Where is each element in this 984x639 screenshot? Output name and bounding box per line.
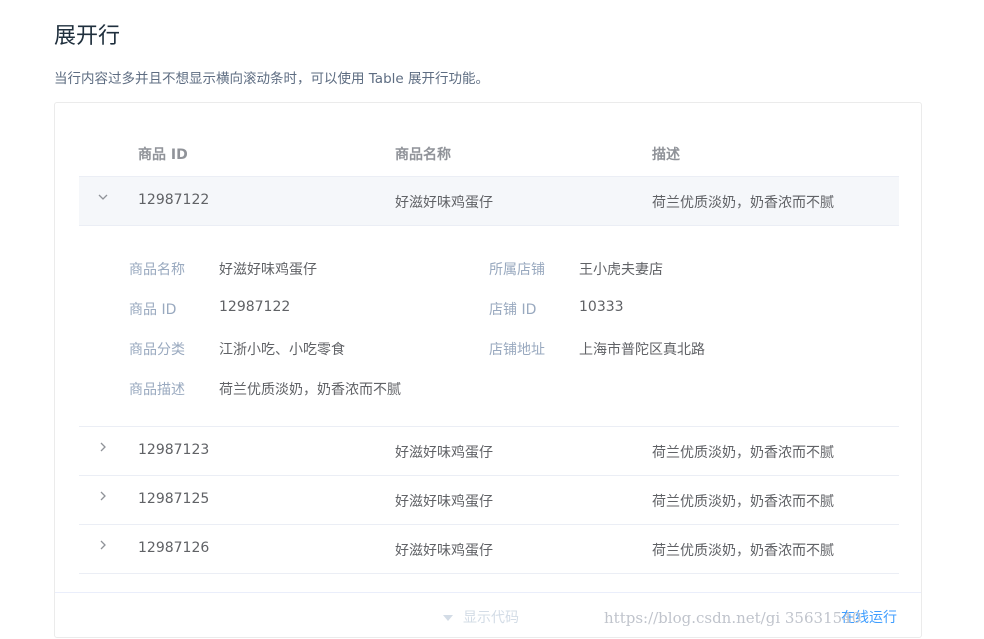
demo-block: 商品 ID 商品名称 描述 12987122 好滋好味鸡蛋仔 荷兰优质淡奶，奶香… [54, 102, 922, 638]
detail-label-shop: 所属店铺 [489, 262, 545, 278]
detail-label-shop-id: 店铺 ID [489, 302, 537, 318]
detail-label-product-id: 商品 ID [129, 302, 177, 318]
cell-name: 好滋好味鸡蛋仔 [395, 543, 493, 559]
chevron-right-icon[interactable] [96, 441, 110, 459]
detail-value-product-name: 好滋好味鸡蛋仔 [219, 262, 317, 278]
column-header-id: 商品 ID [138, 147, 188, 163]
chevron-right-icon[interactable] [96, 490, 110, 508]
detail-label-product-name: 商品名称 [129, 262, 185, 278]
cell-id: 12987122 [138, 192, 210, 208]
cell-id: 12987126 [138, 540, 210, 556]
cell-id: 12987125 [138, 491, 210, 507]
detail-value-shop-address: 上海市普陀区真北路 [579, 342, 705, 358]
detail-label-shop-address: 店铺地址 [489, 342, 545, 358]
cell-name: 好滋好味鸡蛋仔 [395, 195, 493, 211]
watermark: https://blog.csdn.net/gi 35631540 [604, 609, 862, 627]
table-row[interactable]: 12987122 好滋好味鸡蛋仔 荷兰优质淡奶，奶香浓而不腻 [79, 177, 899, 226]
cell-name: 好滋好味鸡蛋仔 [395, 494, 493, 510]
table-row[interactable]: 12987126 好滋好味鸡蛋仔 荷兰优质淡奶，奶香浓而不腻 [79, 525, 899, 574]
column-header-desc: 描述 [652, 147, 680, 163]
expandable-table: 商品 ID 商品名称 描述 12987122 好滋好味鸡蛋仔 荷兰优质淡奶，奶香… [79, 128, 899, 574]
expanded-row-detail: 商品名称 好滋好味鸡蛋仔 商品 ID 12987122 商品分类 江浙小吃、小吃… [79, 226, 899, 427]
cell-desc: 荷兰优质淡奶，奶香浓而不腻 [652, 543, 834, 559]
cell-desc: 荷兰优质淡奶，奶香浓而不腻 [652, 195, 834, 211]
cell-desc: 荷兰优质淡奶，奶香浓而不腻 [652, 445, 834, 461]
chevron-down-icon[interactable] [96, 191, 110, 209]
page-title: 展开行 [54, 24, 121, 49]
table-header: 商品 ID 商品名称 描述 [79, 128, 899, 177]
detail-value-shop-id: 10333 [579, 299, 624, 315]
detail-value-product-id: 12987122 [219, 299, 291, 315]
show-code-label: 显示代码 [463, 610, 519, 626]
cell-desc: 荷兰优质淡奶，奶香浓而不腻 [652, 494, 834, 510]
detail-value-description: 荷兰优质淡奶，奶香浓而不腻 [219, 382, 401, 398]
detail-label-category: 商品分类 [129, 342, 185, 358]
detail-value-category: 江浙小吃、小吃零食 [219, 342, 345, 358]
page-description: 当行内容过多并且不想显示横向滚动条时，可以使用 Table 展开行功能。 [54, 71, 489, 87]
cell-id: 12987123 [138, 442, 210, 458]
chevron-right-icon[interactable] [96, 539, 110, 557]
table-row[interactable]: 12987123 好滋好味鸡蛋仔 荷兰优质淡奶，奶香浓而不腻 [79, 427, 899, 476]
column-header-name: 商品名称 [395, 147, 451, 163]
detail-label-description: 商品描述 [129, 382, 185, 398]
detail-value-shop: 王小虎夫妻店 [579, 262, 663, 278]
cell-name: 好滋好味鸡蛋仔 [395, 445, 493, 461]
caret-down-icon [443, 615, 453, 621]
table-row[interactable]: 12987125 好滋好味鸡蛋仔 荷兰优质淡奶，奶香浓而不腻 [79, 476, 899, 525]
show-code-button[interactable]: 显示代码 [443, 607, 519, 627]
